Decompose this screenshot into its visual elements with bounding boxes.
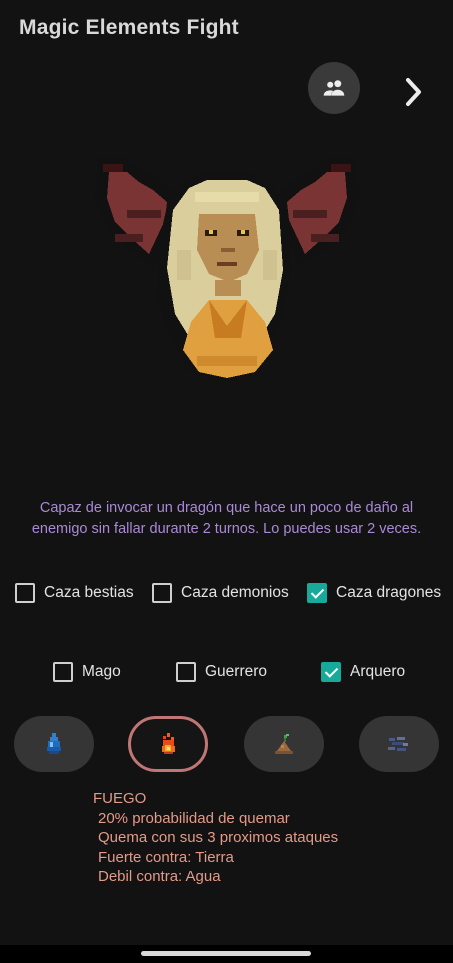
element-detail: 20% probabilidad de quemar [98, 809, 290, 827]
checkbox-caza-bestias[interactable]: Caza bestias [15, 583, 152, 603]
checkbox-box[interactable] [15, 583, 35, 603]
element-detail: Fuerte contra: Tierra [98, 848, 234, 866]
element-air-button[interactable] [359, 716, 439, 772]
character-description: Capaz de invocar un dragón que hace un p… [31, 500, 422, 537]
checkbox-box-checked[interactable] [307, 583, 327, 603]
checkbox-guerrero[interactable]: Guerrero [176, 662, 321, 682]
checkbox-label: Caza dragones [336, 584, 442, 601]
checkbox-label: Caza demonios [181, 584, 289, 601]
checkbox-box[interactable] [176, 662, 196, 682]
checkbox-box-checked[interactable] [321, 662, 341, 682]
app-title: Magic Elements Fight [19, 16, 239, 39]
checkbox-label: Arquero [350, 663, 406, 680]
earth-sprout-icon [275, 734, 293, 754]
element-name: FUEGO [93, 790, 147, 807]
home-indicator[interactable] [141, 951, 311, 956]
checkbox-label: Mago [82, 663, 121, 680]
group-button[interactable] [308, 62, 360, 114]
checkbox-box[interactable] [53, 662, 73, 682]
hunter-type-options: Caza bestias Caza demonios Caza dragones [15, 583, 441, 603]
checkbox-box[interactable] [152, 583, 172, 603]
element-detail: Quema con sus 3 proximos ataques [98, 829, 339, 846]
element-fire-button[interactable] [128, 716, 208, 772]
chevron-right-icon [406, 78, 421, 106]
checkbox-arquero[interactable]: Arquero [321, 662, 405, 682]
checkbox-label: Caza bestias [44, 584, 134, 601]
character-avatar [93, 158, 361, 382]
checkbox-label: Guerrero [205, 663, 268, 680]
fire-icon [162, 733, 175, 754]
element-water-button[interactable] [14, 716, 94, 772]
class-options: Mago Guerrero Arquero [53, 662, 405, 682]
checkbox-mago[interactable]: Mago [53, 662, 176, 682]
air-icon [388, 737, 408, 751]
next-button[interactable] [393, 70, 433, 114]
group-icon [323, 80, 345, 96]
checkbox-caza-demonios[interactable]: Caza demonios [152, 583, 307, 603]
element-detail: Debil contra: Agua [98, 868, 221, 885]
element-info: FUEGO 20% probabilidad de quemar Quema con… [93, 789, 338, 887]
checkbox-caza-dragones[interactable]: Caza dragones [307, 583, 441, 603]
element-earth-button[interactable] [244, 716, 324, 772]
water-drop-icon [47, 733, 61, 754]
